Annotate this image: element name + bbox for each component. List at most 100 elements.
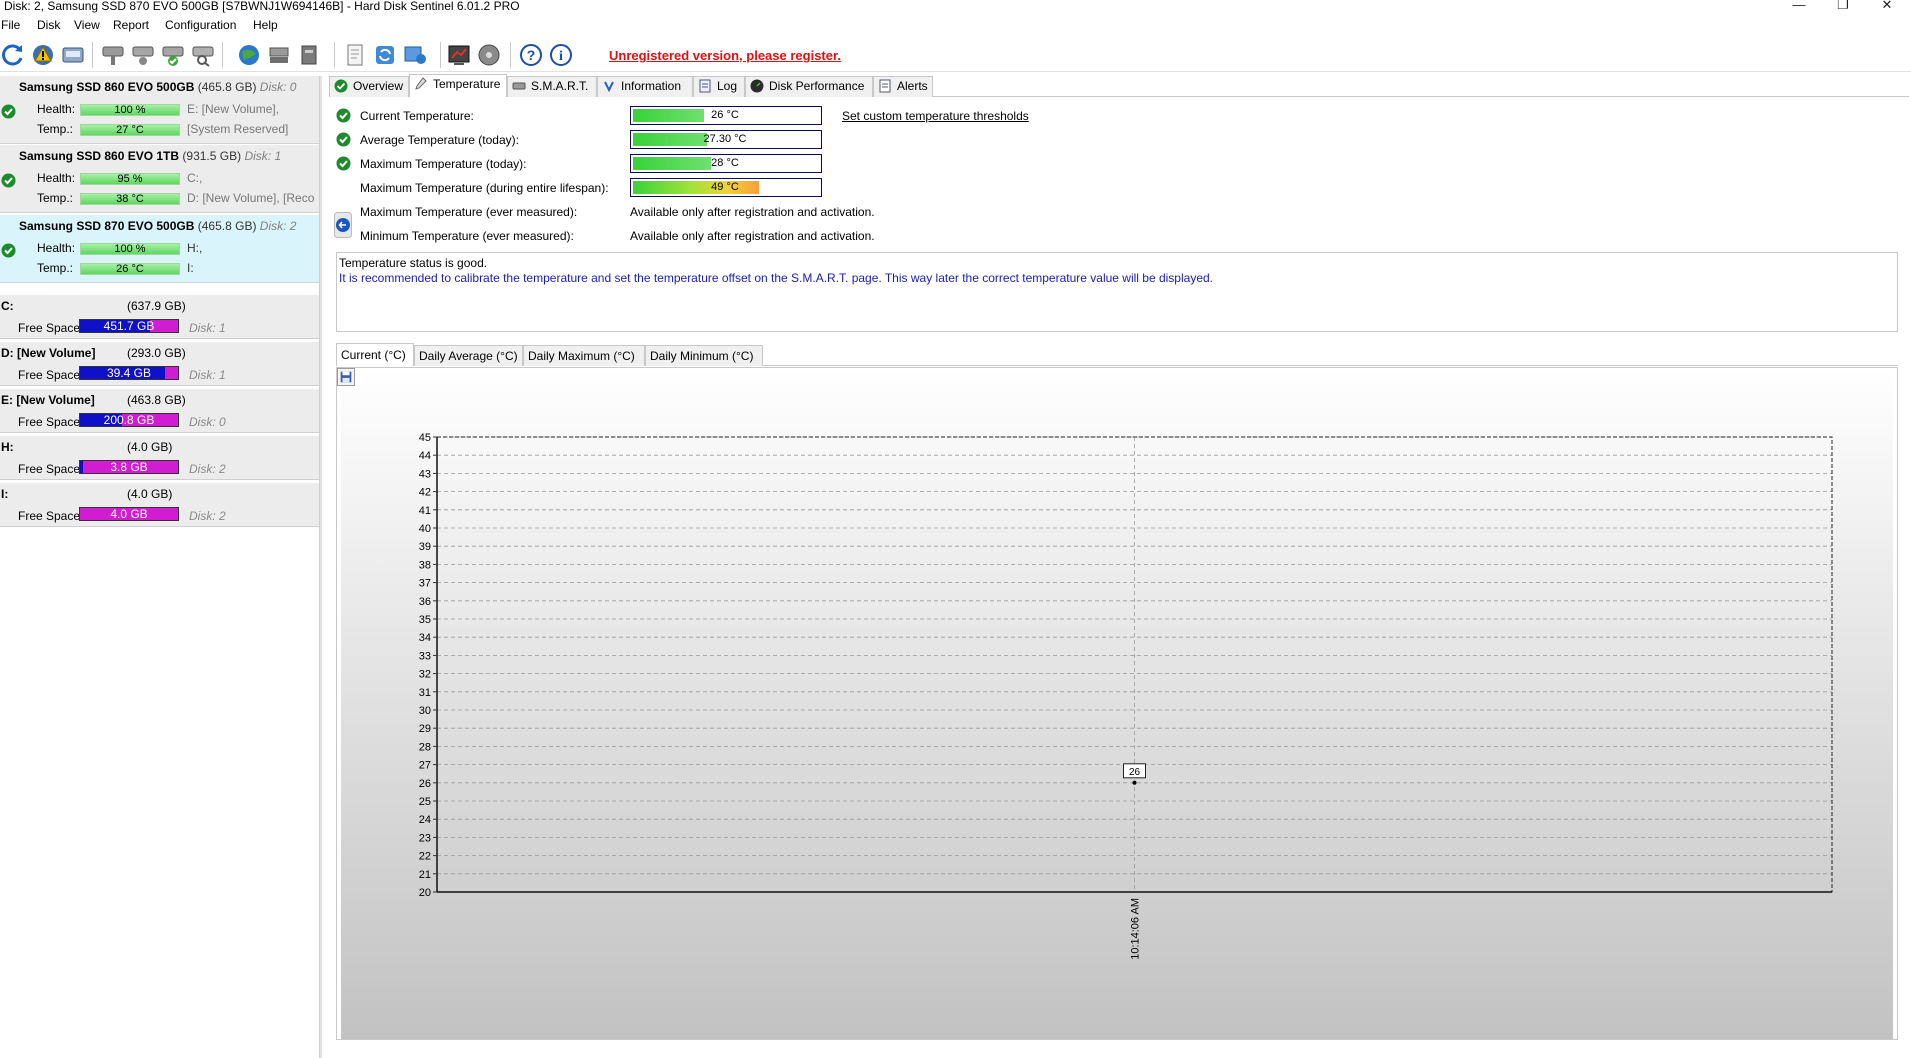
partition-name: E: [New Volume] — [1, 393, 95, 407]
menu-view[interactable]: View — [74, 18, 100, 32]
disk-drive-icon[interactable] — [60, 42, 86, 68]
registration-note: Available only after registration and ac… — [630, 229, 875, 243]
tab-disk-performance[interactable]: Disk Performance — [745, 76, 873, 97]
menu-report[interactable]: Report — [113, 18, 149, 32]
y-tick-label: 22 — [419, 851, 431, 863]
free-space-label: Free Space — [18, 415, 81, 429]
y-tick-label: 44 — [419, 450, 431, 462]
free-space-bar: 3.8 GB — [79, 460, 179, 474]
minimize-button[interactable]: — — [1777, 0, 1821, 14]
close-button[interactable]: ✕ — [1865, 0, 1909, 14]
panel-splitter[interactable] — [319, 76, 322, 1058]
y-tick-label: 39 — [419, 541, 431, 553]
maximize-button[interactable]: ❐ — [1821, 0, 1865, 14]
temp-label: Average Temperature (today): — [360, 133, 519, 147]
y-tick-label: 33 — [419, 650, 431, 662]
y-tick-label: 43 — [419, 468, 431, 480]
toolbar-separator — [440, 42, 441, 68]
ok-icon — [336, 108, 351, 123]
tab-log[interactable]: Log — [693, 76, 745, 97]
globe-icon[interactable] — [236, 42, 262, 68]
menu-disk[interactable]: Disk — [37, 18, 60, 32]
free-space-value: 200.8 GB — [103, 413, 155, 427]
disk-volumes: H:, — [187, 241, 203, 255]
partition-item[interactable]: D: [New Volume] (293.0 GB) Free Space 39… — [0, 342, 319, 386]
health-label: Health: — [37, 241, 76, 255]
menu-file[interactable]: File — [1, 18, 20, 32]
disk-volumes: I: — [187, 261, 194, 275]
tab-alerts[interactable]: Alerts — [873, 76, 933, 97]
save-chart-icon[interactable] — [337, 368, 355, 386]
tab-daily-average[interactable]: Daily Average (°C) — [414, 345, 523, 366]
disk-number: Disk: 2 — [259, 219, 297, 233]
y-tick-label: 36 — [419, 596, 431, 608]
partition-item[interactable]: I: (4.0 GB) Free Space 4.0 GB Disk: 2 — [0, 483, 319, 527]
menu-help[interactable]: Help — [253, 18, 278, 32]
free-space-value: 39.4 GB — [106, 366, 152, 380]
disk-size: (465.8 GB) — [197, 80, 257, 94]
report-icon[interactable] — [342, 42, 368, 68]
partition-item[interactable]: C: (637.9 GB) Free Space 451.7 GB Disk: … — [0, 295, 319, 339]
y-tick-label: 42 — [419, 487, 431, 499]
y-tick-label: 29 — [419, 723, 431, 735]
sync-icon[interactable] — [372, 42, 398, 68]
disk-name: Samsung SSD 860 EVO 1TB (931.5 GB) Disk:… — [19, 149, 281, 163]
disk-item-0[interactable]: Samsung SSD 860 EVO 500GB (465.8 GB) Dis… — [0, 76, 319, 144]
free-space-label: Free Space — [18, 368, 81, 382]
disk-model: Samsung SSD 870 EVO 500GB — [19, 219, 195, 233]
tab-overview[interactable]: Overview — [329, 76, 409, 97]
warning-disk-icon[interactable] — [30, 42, 56, 68]
y-tick-label: 32 — [419, 669, 431, 681]
svg-text:i: i — [559, 49, 563, 64]
tab-current[interactable]: Current (°C) — [336, 343, 414, 366]
registration-note: Available only after registration and ac… — [630, 205, 875, 219]
disk-settings-icon[interactable] — [130, 42, 156, 68]
health-bar: 95 % — [80, 173, 180, 185]
tab-daily-minimum[interactable]: Daily Minimum (°C) — [645, 345, 763, 366]
y-tick-label: 45 — [419, 432, 431, 444]
network-disk-icon[interactable] — [266, 42, 292, 68]
tab-label: Temperature — [433, 77, 501, 91]
disk-item-2[interactable]: Samsung SSD 870 EVO 500GB (465.8 GB) Dis… — [0, 215, 319, 283]
toolbar: ? i Unregistered version, please registe… — [0, 36, 1911, 72]
send-report-icon[interactable] — [402, 42, 428, 68]
tab-label: Log — [717, 79, 738, 93]
disk-surface-icon[interactable] — [476, 42, 502, 68]
disk-volumes: C:, — [187, 171, 203, 185]
tab-daily-maximum[interactable]: Daily Maximum (°C) — [523, 345, 645, 366]
disk-tool-icon[interactable] — [100, 42, 126, 68]
info-icon[interactable]: i — [548, 42, 574, 68]
set-thresholds-link[interactable]: Set custom temperature thresholds — [842, 109, 1029, 123]
health-bar: 100 % — [80, 243, 180, 255]
menu-configuration[interactable]: Configuration — [165, 18, 236, 32]
window-title: Disk: 2, Samsung SSD 870 EVO 500GB [S7BW… — [4, 0, 520, 13]
disk-check-icon[interactable] — [160, 42, 186, 68]
performance-test-icon[interactable] — [446, 42, 472, 68]
y-tick-label: 37 — [419, 578, 431, 590]
help-icon[interactable]: ? — [518, 42, 544, 68]
horizontal-scrollbar[interactable] — [320, 1050, 1911, 1058]
svg-text:?: ? — [527, 47, 536, 63]
partition-item[interactable]: E: [New Volume] (463.8 GB) Free Space 20… — [0, 389, 319, 433]
tab-smart[interactable]: S.M.A.R.T. — [507, 76, 597, 97]
temp-label: Minimum Temperature (ever measured): — [360, 229, 574, 243]
tab-information[interactable]: Information — [597, 76, 693, 97]
temp-bar-max-lifespan: 49 °C — [630, 178, 822, 197]
temp-bar-max-today: 28 °C — [630, 154, 822, 173]
register-link[interactable]: Unregistered version, please register. — [609, 48, 841, 63]
temp-label: Maximum Temperature (today): — [360, 157, 527, 171]
menu-bar: File Disk View Report Configuration Help — [0, 16, 1911, 34]
partition-item[interactable]: H: (4.0 GB) Free Space 3.8 GB Disk: 2 — [0, 436, 319, 480]
refresh-icon[interactable] — [0, 42, 26, 68]
free-space-value: 3.8 GB — [110, 460, 148, 474]
health-label: Health: — [37, 102, 76, 116]
disk-search-icon[interactable] — [190, 42, 216, 68]
external-disk-icon[interactable] — [296, 42, 322, 68]
disk-item-1[interactable]: Samsung SSD 860 EVO 1TB (931.5 GB) Disk:… — [0, 145, 319, 213]
back-arrow-icon[interactable] — [334, 212, 352, 238]
partition-disk: Disk: 2 — [189, 509, 226, 523]
x-tick-label: 10:14:06 AM — [1130, 898, 1142, 960]
tab-temperature[interactable]: Temperature — [409, 74, 507, 97]
toolbar-separator — [222, 42, 223, 68]
temp-bar: 26 °C — [80, 263, 180, 275]
